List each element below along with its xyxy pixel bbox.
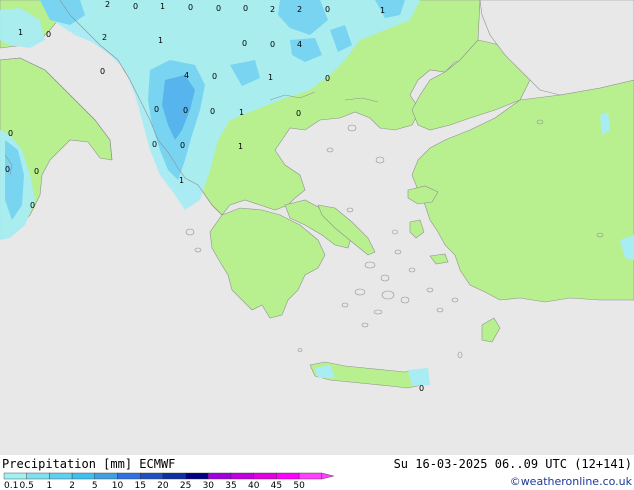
legend-label: 1 [47, 481, 53, 490]
map-label: 1 [239, 108, 244, 117]
legend-swatch [117, 472, 141, 480]
map-label: 2 [102, 33, 107, 42]
map-label: 0 [212, 72, 217, 81]
legend-swatch [276, 472, 300, 480]
map-label: 1 [179, 176, 184, 185]
map-label: 0 [210, 107, 215, 116]
map-label: 1 [238, 142, 243, 151]
map-label: 0 [270, 40, 275, 49]
map-label: 0 [46, 30, 51, 39]
map-label: 0 [152, 140, 157, 149]
map-label: 1 [18, 28, 23, 37]
map-label: 0 [419, 384, 424, 393]
map-label: 1 [158, 36, 163, 45]
precipitation-map: 2 0 1 0 0 0 2 2 0 1 1 0 2 1 0 0 4 0 4 0 … [0, 0, 634, 455]
map-label: 4 [297, 40, 302, 49]
map-label: 0 [34, 167, 39, 176]
legend-label: 20 [157, 481, 169, 490]
legend-label: 35 [225, 481, 236, 490]
map-label: 0 [30, 201, 35, 210]
legend-swatch [139, 472, 164, 480]
legend-swatch [26, 472, 50, 480]
map-label: 0 [243, 4, 248, 13]
legend-swatch [230, 472, 254, 480]
map-label: 0 [5, 165, 10, 174]
map-label: 0 [154, 105, 159, 114]
map-label: 0 [180, 141, 185, 150]
legend-label: 5 [92, 481, 98, 490]
map-label: 0 [296, 109, 301, 118]
forecast-time: Su 16-03-2025 06..09 UTC (12+141) [393, 457, 632, 471]
map-label: 0 [8, 129, 13, 138]
legend-swatch [94, 472, 118, 480]
map-label: 2 [270, 5, 275, 14]
legend-label: 50 [293, 481, 305, 490]
map-label: 2 [105, 0, 110, 9]
app-root: 2 0 1 0 0 0 2 2 0 1 1 0 2 1 0 0 4 0 4 0 … [0, 0, 634, 490]
legend-swatch [49, 472, 73, 480]
legend-label: 15 [134, 481, 145, 490]
map-label: 1 [160, 2, 165, 11]
map-label: 1 [268, 73, 273, 82]
legend-label: 0.1 [4, 481, 18, 490]
legend-labels: 0.1 0.5 1 2 5 10 15 20 25 30 35 40 45 50 [4, 481, 305, 490]
legend-swatch [162, 472, 186, 480]
legend-label: 25 [180, 481, 191, 490]
map-label: 0 [183, 106, 188, 115]
legend-swatch [298, 472, 323, 480]
legend-label: 10 [112, 481, 124, 490]
map-label: 0 [188, 3, 193, 12]
legend-swatch [208, 472, 232, 480]
map-label: 0 [100, 67, 105, 76]
map-label: 0 [133, 2, 138, 11]
map-label: 1 [380, 6, 385, 15]
map-label: 0 [242, 39, 247, 48]
legend-swatch [3, 472, 27, 480]
legend-label: 2 [69, 481, 75, 490]
map-label: 0 [325, 5, 330, 14]
footer-bar: Precipitation [mm] ECMWF Su 16-03-2025 0… [0, 455, 634, 490]
map-label: 2 [297, 5, 302, 14]
legend-swatches [3, 472, 334, 480]
legend-label: 40 [248, 481, 260, 490]
map-label: 0 [216, 4, 221, 13]
legend-swatch [185, 472, 209, 480]
credit-link[interactable]: ©weatheronline.co.uk [510, 475, 632, 488]
map-label: 0 [325, 74, 330, 83]
legend-label: 45 [271, 481, 282, 490]
legend-label: 30 [203, 481, 215, 490]
legend-swatch [253, 472, 277, 480]
legend-label: 0.5 [20, 481, 34, 490]
map-label: 4 [184, 71, 189, 80]
precipitation-legend: 0.1 0.5 1 2 5 10 15 20 25 30 35 40 45 50 [3, 472, 334, 490]
legend-swatch [71, 472, 95, 480]
map-title: Precipitation [mm] ECMWF [2, 457, 176, 471]
legend-arrow [321, 472, 334, 480]
